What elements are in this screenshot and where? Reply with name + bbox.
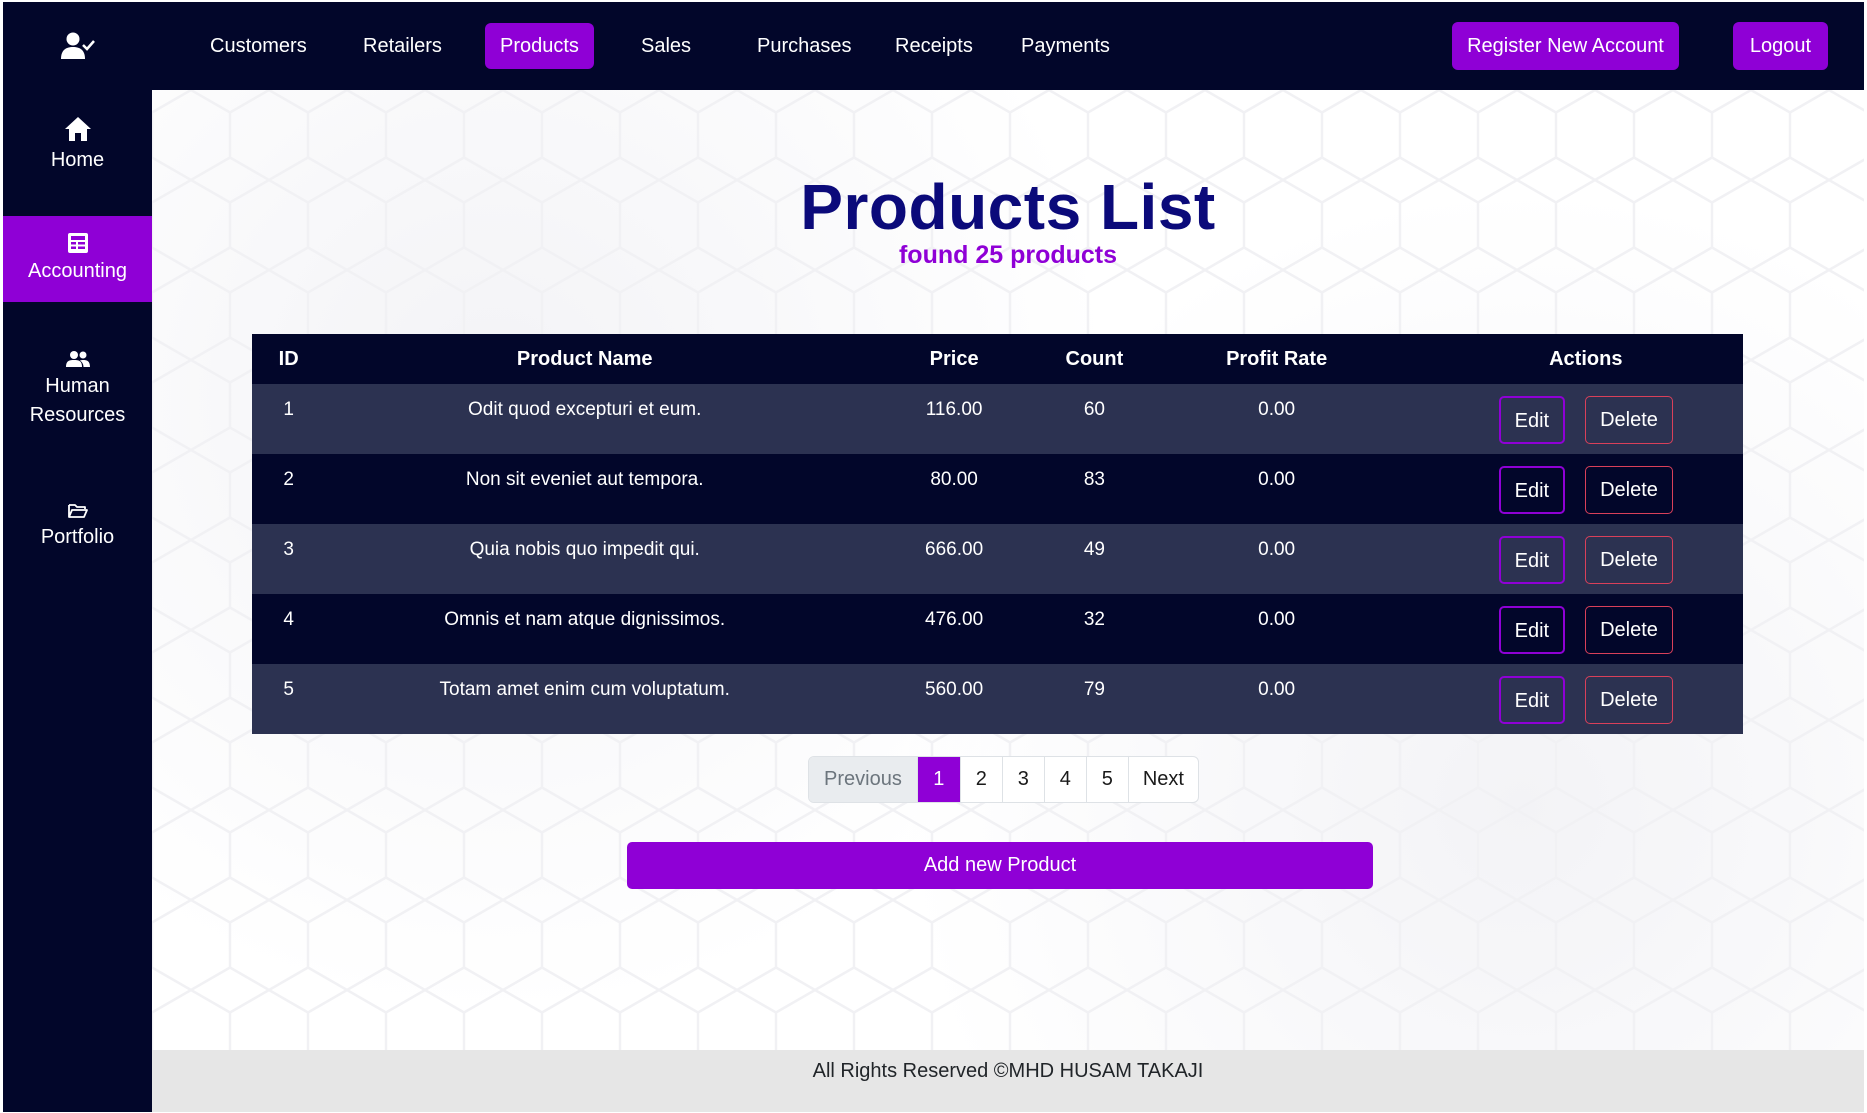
cell-product-name: Quia nobis quo impedit qui. xyxy=(469,539,700,560)
pagination-page-4[interactable]: 4 xyxy=(1045,757,1087,802)
nav-link-receipts[interactable]: Receipts xyxy=(880,23,988,69)
cell-count: 49 xyxy=(1083,539,1105,560)
cell-product-name: Non sit eveniet aut tempora. xyxy=(465,469,704,490)
add-product-button[interactable]: Add new Product xyxy=(627,842,1373,889)
sidebar-item-human-resources[interactable]: Human Resources xyxy=(3,340,152,440)
table-row: 2 Non sit eveniet aut tempora. 80.00 83 … xyxy=(252,454,1743,524)
folder-icon xyxy=(67,503,88,518)
cell-profit-rate: 0.00 xyxy=(1258,609,1296,630)
sidebar-item-label: Home xyxy=(50,148,105,171)
cell-product-name: Totam amet enim cum voluptatum. xyxy=(439,679,730,700)
pagination-page-1[interactable]: 1 xyxy=(917,757,961,802)
column-header-product-name: Product Name xyxy=(516,347,653,370)
pagination-page-2[interactable]: 2 xyxy=(961,757,1003,802)
cell-id: 1 xyxy=(283,399,294,420)
nav-link-purchases[interactable]: Purchases xyxy=(742,23,867,69)
users-icon xyxy=(65,351,90,367)
column-header-profit-rate: Profit Rate xyxy=(1226,347,1328,370)
cell-count: 60 xyxy=(1083,399,1105,420)
edit-button[interactable]: Edit xyxy=(1498,536,1566,584)
sidebar-item-label: Human xyxy=(45,375,110,397)
user-check-icon xyxy=(60,32,95,59)
nav-link-payments[interactable]: Payments xyxy=(1006,23,1125,69)
cell-product-name: Omnis et nam atque dignissimos. xyxy=(444,609,726,630)
edit-button[interactable]: Edit xyxy=(1498,676,1566,724)
column-header-id: ID xyxy=(278,347,299,370)
cell-id: 3 xyxy=(283,539,294,560)
cell-id: 4 xyxy=(283,609,294,630)
brand-logo[interactable] xyxy=(3,2,152,90)
cell-actions: Edit Delete xyxy=(1429,664,1743,734)
table-row: 1 Odit quod excepturi et eum. 116.00 60 … xyxy=(252,384,1743,454)
delete-button[interactable]: Delete xyxy=(1585,676,1673,724)
pagination-page-3[interactable]: 3 xyxy=(1003,757,1045,802)
sidebar-item-label: Resources xyxy=(29,404,126,426)
sidebar-item-portfolio[interactable]: Portfolio xyxy=(3,492,152,562)
sidebar-item-label: Accounting xyxy=(28,259,127,282)
column-header-actions: Actions xyxy=(1549,347,1623,370)
cell-actions: Edit Delete xyxy=(1429,384,1743,454)
products-table: ID Product Name Price Count Profit Rate … xyxy=(252,334,1743,734)
footer: All Rights Reserved ©MHD HUSAM TAKAJI xyxy=(152,1050,1864,1112)
column-header-count: Count xyxy=(1065,347,1124,370)
register-account-button[interactable]: Register New Account xyxy=(1452,22,1679,70)
pagination-page-5[interactable]: 5 xyxy=(1087,757,1129,802)
pagination-next[interactable]: Next xyxy=(1129,757,1198,802)
sidebar-item-accounting[interactable]: Accounting xyxy=(3,216,152,302)
cell-actions: Edit Delete xyxy=(1429,454,1743,524)
app-window: Home Accounting Human Resources Portfoli… xyxy=(3,2,1864,1112)
sidebar-item-label: Portfolio xyxy=(40,525,115,548)
accounting-icon xyxy=(67,232,88,253)
cell-count: 83 xyxy=(1083,469,1105,490)
cell-actions: Edit Delete xyxy=(1429,594,1743,664)
sidebar-item-home[interactable]: Home xyxy=(3,102,152,188)
delete-button[interactable]: Delete xyxy=(1585,466,1673,514)
products-count-subtitle: found 25 products xyxy=(898,241,1118,269)
nav-link-products[interactable]: Products xyxy=(485,23,594,69)
cell-count: 32 xyxy=(1083,609,1105,630)
edit-button[interactable]: Edit xyxy=(1498,466,1566,514)
table-header-row: ID Product Name Price Count Profit Rate … xyxy=(252,334,1743,384)
logout-button[interactable]: Logout xyxy=(1733,22,1828,70)
cell-price: 476.00 xyxy=(925,609,984,630)
column-header-price: Price xyxy=(929,347,979,370)
cell-profit-rate: 0.00 xyxy=(1258,469,1296,490)
footer-copyright: All Rights Reserved ©MHD HUSAM TAKAJI xyxy=(812,1060,1204,1082)
edit-button[interactable]: Edit xyxy=(1498,606,1566,654)
cell-price: 560.00 xyxy=(925,679,984,700)
delete-button[interactable]: Delete xyxy=(1585,536,1673,584)
cell-price: 666.00 xyxy=(925,539,984,560)
nav-link-customers[interactable]: Customers xyxy=(195,23,322,69)
table-row: 3 Quia nobis quo impedit qui. 666.00 49 … xyxy=(252,524,1743,594)
cell-profit-rate: 0.00 xyxy=(1258,679,1296,700)
cell-id: 2 xyxy=(283,469,294,490)
cell-product-name: Odit quod excepturi et eum. xyxy=(468,399,702,420)
table-row: 5 Totam amet enim cum voluptatum. 560.00… xyxy=(252,664,1743,734)
cell-actions: Edit Delete xyxy=(1429,524,1743,594)
sidebar: Home Accounting Human Resources Portfoli… xyxy=(3,2,152,1112)
page-title: Products List xyxy=(800,171,1216,243)
pagination-previous[interactable]: Previous xyxy=(809,757,918,802)
home-icon xyxy=(64,116,91,141)
cell-count: 79 xyxy=(1083,679,1105,700)
delete-button[interactable]: Delete xyxy=(1585,396,1673,444)
top-navbar: Customers Retailers Products Sales Purch… xyxy=(152,2,1864,90)
table-row: 4 Omnis et nam atque dignissimos. 476.00… xyxy=(252,594,1743,664)
main-content: Products List found 25 products ID Produ… xyxy=(152,90,1864,1112)
cell-id: 5 xyxy=(283,679,294,700)
delete-button[interactable]: Delete xyxy=(1585,606,1673,654)
cell-profit-rate: 0.00 xyxy=(1258,539,1296,560)
cell-price: 116.00 xyxy=(925,399,983,420)
pagination: Previous 1 2 3 4 5 Next xyxy=(808,756,1199,803)
cell-profit-rate: 0.00 xyxy=(1258,399,1296,420)
cell-price: 80.00 xyxy=(930,469,978,490)
nav-link-sales[interactable]: Sales xyxy=(626,23,706,69)
nav-link-retailers[interactable]: Retailers xyxy=(348,23,457,69)
edit-button[interactable]: Edit xyxy=(1498,396,1566,444)
